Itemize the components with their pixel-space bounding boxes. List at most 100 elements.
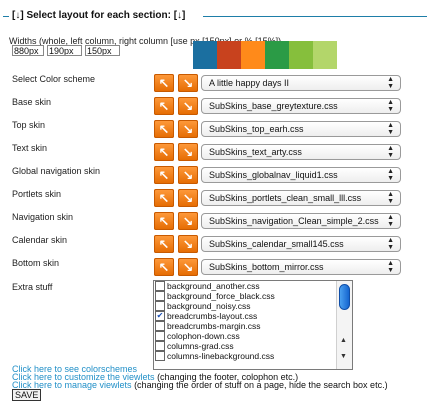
list-item[interactable]: background_another.css <box>154 281 352 291</box>
list-item[interactable]: colophon-down.css <box>154 331 352 341</box>
select-caret-icon: ▲ ▼ <box>387 145 394 159</box>
select-value: SubSkins_portlets_clean_small_lll.css <box>209 193 362 203</box>
extra-stuff-listbox[interactable]: background_another.css background_force_b… <box>153 280 353 370</box>
arrow-up-left-icon[interactable]: ↖ <box>154 258 174 276</box>
checkbox[interactable] <box>155 331 165 341</box>
section-legend[interactable]: [↓] Select layout for each section: [↓] <box>12 10 185 21</box>
color-swatch[interactable] <box>193 41 217 69</box>
select-value: SubSkins_navigation_Clean_simple_2.css <box>209 216 379 226</box>
manage-viewlets-link-line: Click here to manage viewlets (changing … <box>12 380 388 390</box>
select-value: SubSkins_base_greytexture.css <box>209 101 338 111</box>
select-caret-icon: ▲ ▼ <box>387 99 394 113</box>
list-item[interactable]: columns-grad.css <box>154 341 352 351</box>
row-label: Select Color scheme <box>12 74 96 84</box>
list-item[interactable]: background_force_black.css <box>154 291 352 301</box>
arrow-up-left-icon[interactable]: ↖ <box>154 166 174 184</box>
arrow-down-right-icon[interactable]: ↘ <box>178 235 198 253</box>
skin-select[interactable]: SubSkins_text_arty.css ▲ ▼ <box>201 144 401 160</box>
arrow-up-left-icon[interactable]: ↖ <box>154 143 174 161</box>
select-caret-icon: ▲ ▼ <box>387 260 394 274</box>
arrow-down-right-icon[interactable]: ↘ <box>178 166 198 184</box>
arrow-up-left-icon[interactable]: ↖ <box>154 235 174 253</box>
row-label: Portlets skin <box>12 189 62 199</box>
checkbox[interactable] <box>155 301 165 311</box>
scroll-down-arrow-icon[interactable]: ▼ <box>340 353 347 360</box>
color-swatch[interactable] <box>289 41 313 69</box>
arrow-up-left-icon[interactable]: ↖ <box>154 120 174 138</box>
checkbox[interactable] <box>155 291 165 301</box>
skin-select[interactable]: SubSkins_calendar_small145.css ▲ ▼ <box>201 236 401 252</box>
list-item[interactable]: breadcrumbs-margin.css <box>154 321 352 331</box>
link-note: (changing the order of stuff on a page, … <box>131 380 388 390</box>
arrow-down-right-icon[interactable]: ↘ <box>178 212 198 230</box>
row-label: Navigation skin <box>12 212 74 222</box>
arrow-down-right-icon[interactable]: ↘ <box>178 74 198 92</box>
arrow-up-left-icon[interactable]: ↖ <box>154 74 174 92</box>
row-label: Calendar skin <box>12 235 68 245</box>
row-label: Top skin <box>12 120 46 130</box>
color-swatches <box>193 41 337 69</box>
skin-select[interactable]: SubSkins_globalnav_liquid1.css ▲ ▼ <box>201 167 401 183</box>
color-swatch[interactable] <box>265 41 289 69</box>
widths-inputs <box>12 45 120 56</box>
list-item-label: columns-linebackground.css <box>167 351 275 361</box>
arrow-down-right-icon[interactable]: ↘ <box>178 258 198 276</box>
select-caret-icon: ▲ ▼ <box>387 214 394 228</box>
list-item[interactable]: columns-linebackground.css <box>154 351 352 361</box>
list-item-label: columns-grad.css <box>167 341 234 351</box>
select-value: SubSkins_bottom_mirror.css <box>209 262 324 272</box>
select-value: A little happy days II <box>209 78 290 88</box>
row-label: Text skin <box>12 143 48 153</box>
arrow-down-right-icon[interactable]: ↘ <box>178 143 198 161</box>
arrow-down-right-icon[interactable]: ↘ <box>178 189 198 207</box>
extra-stuff-label: Extra stuff <box>12 282 53 292</box>
arrow-up-left-icon[interactable]: ↖ <box>154 97 174 115</box>
arrow-up-left-icon[interactable]: ↖ <box>154 212 174 230</box>
select-caret-icon: ▲ ▼ <box>387 237 394 251</box>
listbox-scrollbar[interactable]: ▲ ▼ <box>336 281 352 369</box>
row-label: Bottom skin <box>12 258 60 268</box>
arrow-down-right-icon[interactable]: ↘ <box>178 97 198 115</box>
row-label: Base skin <box>12 97 52 107</box>
checkbox[interactable] <box>155 341 165 351</box>
list-item-label: background_noisy.css <box>167 301 251 311</box>
fieldset-border-right <box>203 16 427 17</box>
select-caret-icon: ▲ ▼ <box>387 191 394 205</box>
select-value: SubSkins_top_earh.css <box>209 124 304 134</box>
skin-select[interactable]: SubSkins_top_earh.css ▲ ▼ <box>201 121 401 137</box>
scrollbar-thumb[interactable] <box>339 284 350 310</box>
select-caret-icon: ▲ ▼ <box>387 76 394 90</box>
skin-select[interactable]: SubSkins_portlets_clean_small_lll.css ▲ ▼ <box>201 190 401 206</box>
width-whole-input[interactable] <box>12 45 44 56</box>
save-button[interactable]: SAVE <box>12 389 42 401</box>
color-swatch[interactable] <box>241 41 265 69</box>
select-value: SubSkins_text_arty.css <box>209 147 302 157</box>
list-item[interactable]: background_noisy.css <box>154 301 352 311</box>
select-value: SubSkins_calendar_small145.css <box>209 239 344 249</box>
list-item-label: background_force_black.css <box>167 291 275 301</box>
row-label: Global navigation skin <box>12 166 101 176</box>
fieldset-border-left <box>3 16 9 17</box>
list-item-label: background_another.css <box>167 281 260 291</box>
list-item[interactable]: ✔ breadcrumbs-layout.css <box>154 311 352 321</box>
skin-select[interactable]: SubSkins_bottom_mirror.css ▲ ▼ <box>201 259 401 275</box>
color-swatch[interactable] <box>217 41 241 69</box>
select-value: SubSkins_globalnav_liquid1.css <box>209 170 338 180</box>
skin-select[interactable]: SubSkins_navigation_Clean_simple_2.css ▲ ▼ <box>201 213 401 229</box>
list-item-label: breadcrumbs-margin.css <box>167 321 261 331</box>
list-item-label: colophon-down.css <box>167 331 240 341</box>
scroll-up-arrow-icon[interactable]: ▲ <box>340 337 347 344</box>
width-left-input[interactable] <box>47 45 82 56</box>
checkbox[interactable] <box>155 321 165 331</box>
arrow-up-left-icon[interactable]: ↖ <box>154 189 174 207</box>
list-item-label: breadcrumbs-layout.css <box>167 311 258 321</box>
arrow-down-right-icon[interactable]: ↘ <box>178 120 198 138</box>
color-swatch[interactable] <box>313 41 337 69</box>
select-caret-icon: ▲ ▼ <box>387 168 394 182</box>
skin-select[interactable]: A little happy days II ▲ ▼ <box>201 75 401 91</box>
checkbox[interactable] <box>155 281 165 291</box>
checkbox[interactable]: ✔ <box>155 311 165 321</box>
skin-select[interactable]: SubSkins_base_greytexture.css ▲ ▼ <box>201 98 401 114</box>
width-right-input[interactable] <box>85 45 120 56</box>
checkbox[interactable] <box>155 351 165 361</box>
